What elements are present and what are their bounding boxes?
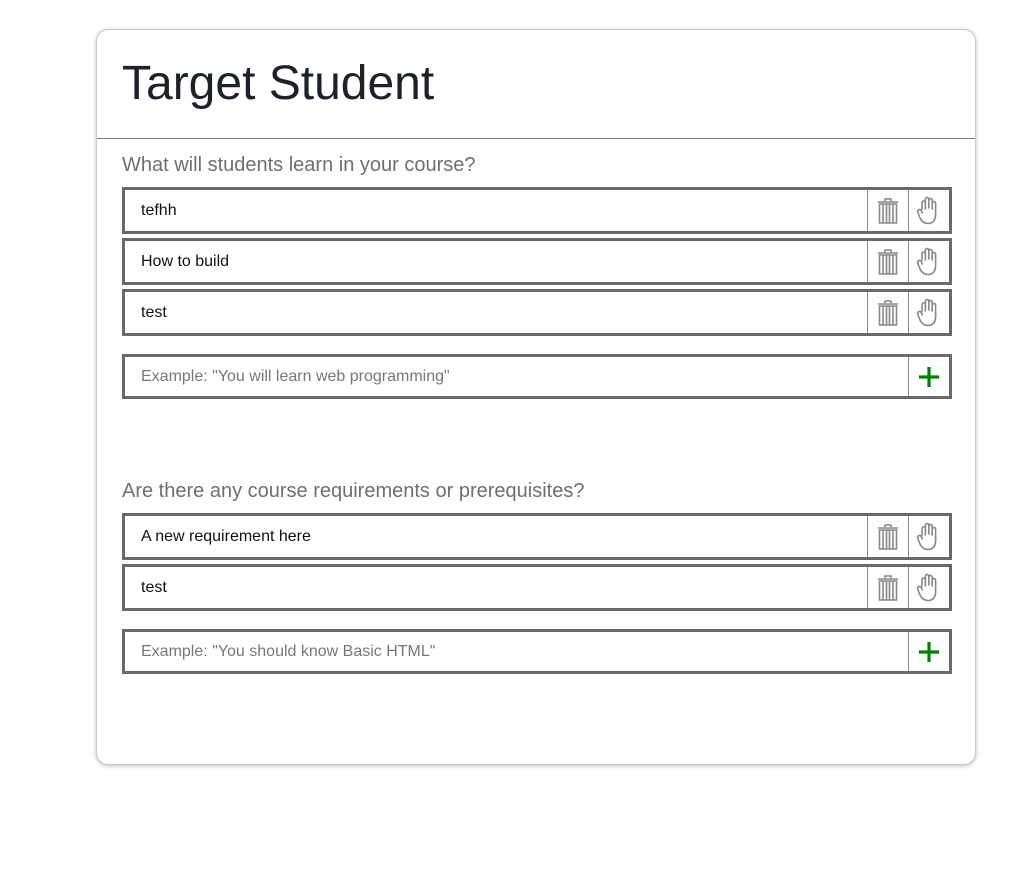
- drag-handle[interactable]: [908, 516, 949, 557]
- learn-section: What will students learn in your course?…: [122, 153, 952, 399]
- list-item: tefhh: [122, 187, 952, 234]
- hand-icon: [916, 522, 942, 552]
- list-item-text[interactable]: test: [125, 292, 867, 333]
- add-learning-row: [122, 354, 952, 399]
- trash-icon: [877, 523, 899, 551]
- requirements-section: Are there any course requirements or pre…: [122, 479, 952, 674]
- learning-input[interactable]: [125, 357, 908, 396]
- delete-button[interactable]: [867, 190, 908, 231]
- list-item: A new requirement here: [122, 513, 952, 560]
- trash-icon: [877, 299, 899, 327]
- plus-icon: [918, 366, 940, 388]
- requirements-section-label: Are there any course requirements or pre…: [122, 480, 585, 502]
- add-requirement-row: [122, 629, 952, 674]
- drag-handle[interactable]: [908, 190, 949, 231]
- list-item: How to build: [122, 238, 952, 285]
- hand-icon: [916, 573, 942, 603]
- card-header: Target Student: [97, 30, 975, 139]
- trash-icon: [877, 197, 899, 225]
- hand-icon: [916, 298, 942, 328]
- list-item: test: [122, 289, 952, 336]
- drag-handle[interactable]: [908, 567, 949, 608]
- list-item-text[interactable]: test: [125, 567, 867, 608]
- list-item-text[interactable]: How to build: [125, 241, 867, 282]
- plus-icon: [918, 641, 940, 663]
- list-item: test: [122, 564, 952, 611]
- trash-icon: [877, 574, 899, 602]
- requirement-input[interactable]: [125, 632, 908, 671]
- learn-section-label: What will students learn in your course?: [122, 154, 476, 176]
- hand-icon: [916, 247, 942, 277]
- target-student-card: Target Student What will students learn …: [96, 29, 976, 765]
- drag-handle[interactable]: [908, 292, 949, 333]
- delete-button[interactable]: [867, 241, 908, 282]
- add-learning-button[interactable]: [908, 357, 949, 396]
- list-item-text[interactable]: A new requirement here: [125, 516, 867, 557]
- delete-button[interactable]: [867, 567, 908, 608]
- list-item-text[interactable]: tefhh: [125, 190, 867, 231]
- add-requirement-button[interactable]: [908, 632, 949, 671]
- page-title: Target Student: [122, 57, 435, 110]
- trash-icon: [877, 248, 899, 276]
- drag-handle[interactable]: [908, 241, 949, 282]
- delete-button[interactable]: [867, 292, 908, 333]
- delete-button[interactable]: [867, 516, 908, 557]
- hand-icon: [916, 196, 942, 226]
